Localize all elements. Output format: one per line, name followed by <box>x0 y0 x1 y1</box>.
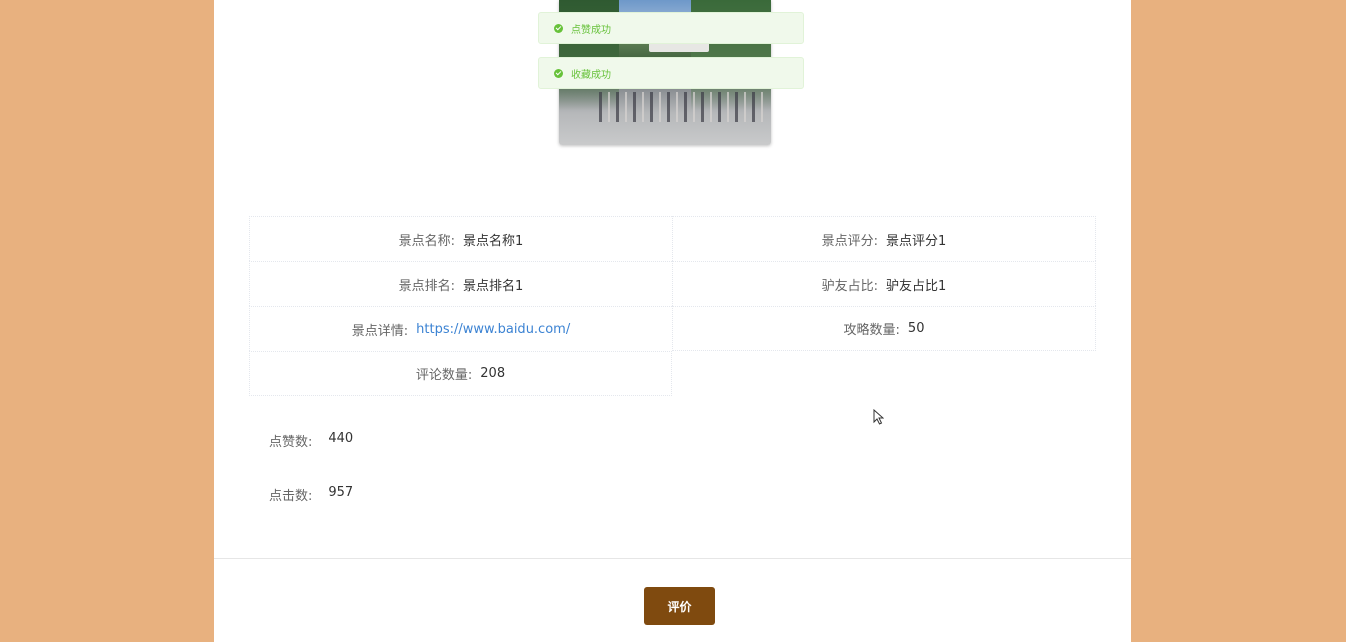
detail-label: 景点详情: <box>351 323 409 339</box>
ratio-value: 驴友占比1 <box>886 278 947 294</box>
name-label: 景点名称: <box>398 233 456 249</box>
attraction-info-table: 景点名称: 景点名称1 景点评分: 景点评分1 景点排名: 景点排名1 驴友占比… <box>249 216 1096 396</box>
clicks-label: 点击数: <box>269 489 313 504</box>
mouse-cursor-icon <box>873 409 884 425</box>
cell-name: 景点名称: 景点名称1 <box>249 216 672 261</box>
likes-label: 点赞数: <box>269 435 313 450</box>
toast-like-success: 点赞成功 <box>538 12 804 44</box>
toast-message: 收藏成功 <box>571 69 611 81</box>
clicks-stat: 点击数: 957 <box>269 485 353 504</box>
rank-label: 景点排名: <box>398 278 456 294</box>
cell-rank: 景点排名: 景点排名1 <box>249 261 672 306</box>
toast-favorite-success: 收藏成功 <box>538 57 804 89</box>
toast-message: 点赞成功 <box>571 24 611 36</box>
likes-stat: 点赞数: 440 <box>269 431 353 450</box>
comment-label: 评论数量: <box>415 368 473 383</box>
check-circle-icon <box>554 68 563 78</box>
score-label: 景点评分: <box>821 233 879 249</box>
clicks-value: 957 <box>328 485 354 500</box>
name-value: 景点名称1 <box>463 233 524 249</box>
ratio-label: 驴友占比: <box>821 278 879 294</box>
detail-link[interactable]: https://www.baidu.com/ <box>416 322 570 337</box>
divider <box>214 558 1131 559</box>
guide-label: 攻略数量: <box>843 323 900 338</box>
cell-score: 景点评分: 景点评分1 <box>672 216 1096 261</box>
guide-value: 50 <box>907 321 925 336</box>
cell-detail: 景点详情: https://www.baidu.com/ <box>249 306 672 351</box>
cell-comment: 评论数量: 208 <box>249 351 672 396</box>
rank-value: 景点排名1 <box>463 278 524 294</box>
review-button[interactable]: 评价 <box>644 587 715 625</box>
likes-value: 440 <box>328 431 354 446</box>
score-value: 景点评分1 <box>886 233 947 249</box>
cell-guide: 攻略数量: 50 <box>672 306 1096 351</box>
comment-value: 208 <box>480 366 506 381</box>
check-circle-icon <box>554 23 563 33</box>
cell-ratio: 驴友占比: 驴友占比1 <box>672 261 1096 306</box>
